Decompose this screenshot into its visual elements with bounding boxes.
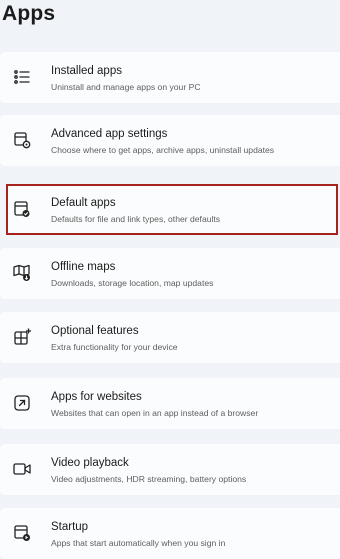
optional-features-title: Optional features (51, 325, 139, 337)
apps-for-websites-title: Apps for websites (51, 391, 142, 403)
startup-item[interactable]: Startup Apps that start automatically wh… (0, 508, 340, 559)
startup-subtitle: Apps that start automatically when you s… (51, 538, 226, 548)
video-playback-item[interactable]: Video playback Video adjustments, HDR st… (0, 444, 340, 495)
optional-features-subtitle: Extra functionality for your device (51, 342, 178, 352)
installed-apps-subtitle: Uninstall and manage apps on your PC (51, 82, 201, 92)
advanced-app-settings-title: Advanced app settings (51, 128, 168, 140)
offline-maps-title: Offline maps (51, 261, 116, 273)
offline-maps-icon (12, 263, 32, 283)
advanced-app-settings-item[interactable]: Advanced app settings Choose where to ge… (0, 115, 340, 166)
optional-features-icon (12, 327, 32, 347)
startup-title: Startup (51, 521, 89, 533)
default-apps-item[interactable]: Default apps Defaults for file and link … (6, 184, 338, 235)
installed-apps-title: Installed apps (51, 65, 122, 77)
default-apps-subtitle: Defaults for file and link types, other … (51, 214, 221, 224)
default-apps-title: Default apps (51, 197, 116, 209)
offline-maps-item[interactable]: Offline maps Downloads, storage location… (0, 248, 340, 299)
startup-icon (12, 523, 32, 543)
optional-features-item[interactable]: Optional features Extra functionality fo… (0, 312, 340, 363)
apps-for-websites-item[interactable]: Apps for websites Websites that can open… (0, 378, 340, 429)
apps-for-websites-icon (12, 393, 32, 413)
video-playback-title: Video playback (51, 457, 129, 469)
offline-maps-subtitle: Downloads, storage location, map updates (51, 278, 214, 288)
page-title: Apps (2, 2, 56, 25)
apps-for-websites-subtitle: Websites that can open in an app instead… (51, 408, 259, 418)
installed-apps-icon (12, 67, 32, 87)
installed-apps-item[interactable]: Installed apps Uninstall and manage apps… (0, 52, 340, 103)
video-playback-icon (12, 459, 32, 479)
advanced-app-settings-icon (12, 130, 32, 150)
advanced-app-settings-subtitle: Choose where to get apps, archive apps, … (51, 145, 275, 155)
video-playback-subtitle: Video adjustments, HDR streaming, batter… (51, 474, 247, 484)
default-apps-icon (12, 199, 32, 219)
